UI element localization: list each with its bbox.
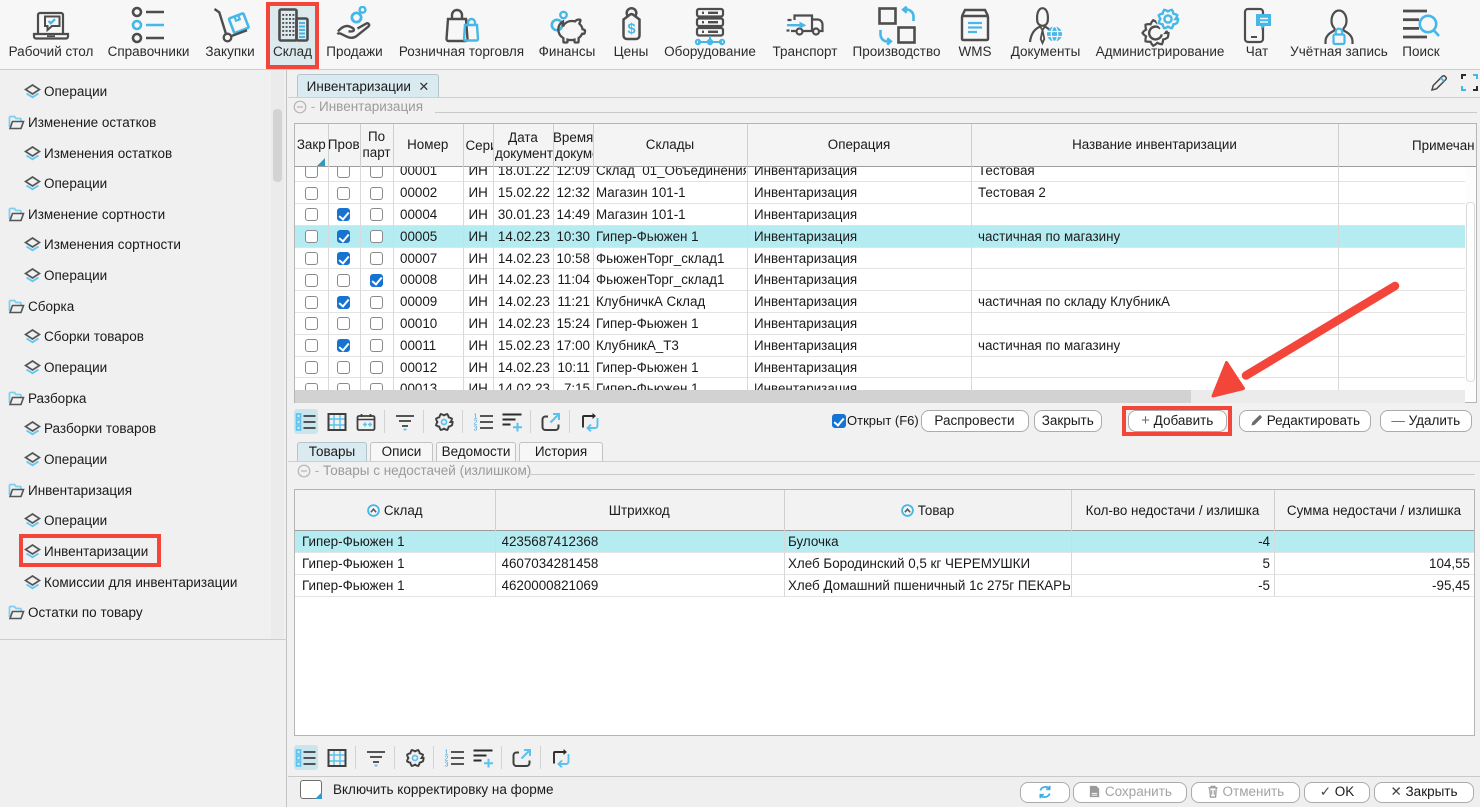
svg-text:3: 3 <box>474 425 478 431</box>
svg-text:3: 3 <box>445 761 449 767</box>
svg-text:$: $ <box>627 22 635 38</box>
